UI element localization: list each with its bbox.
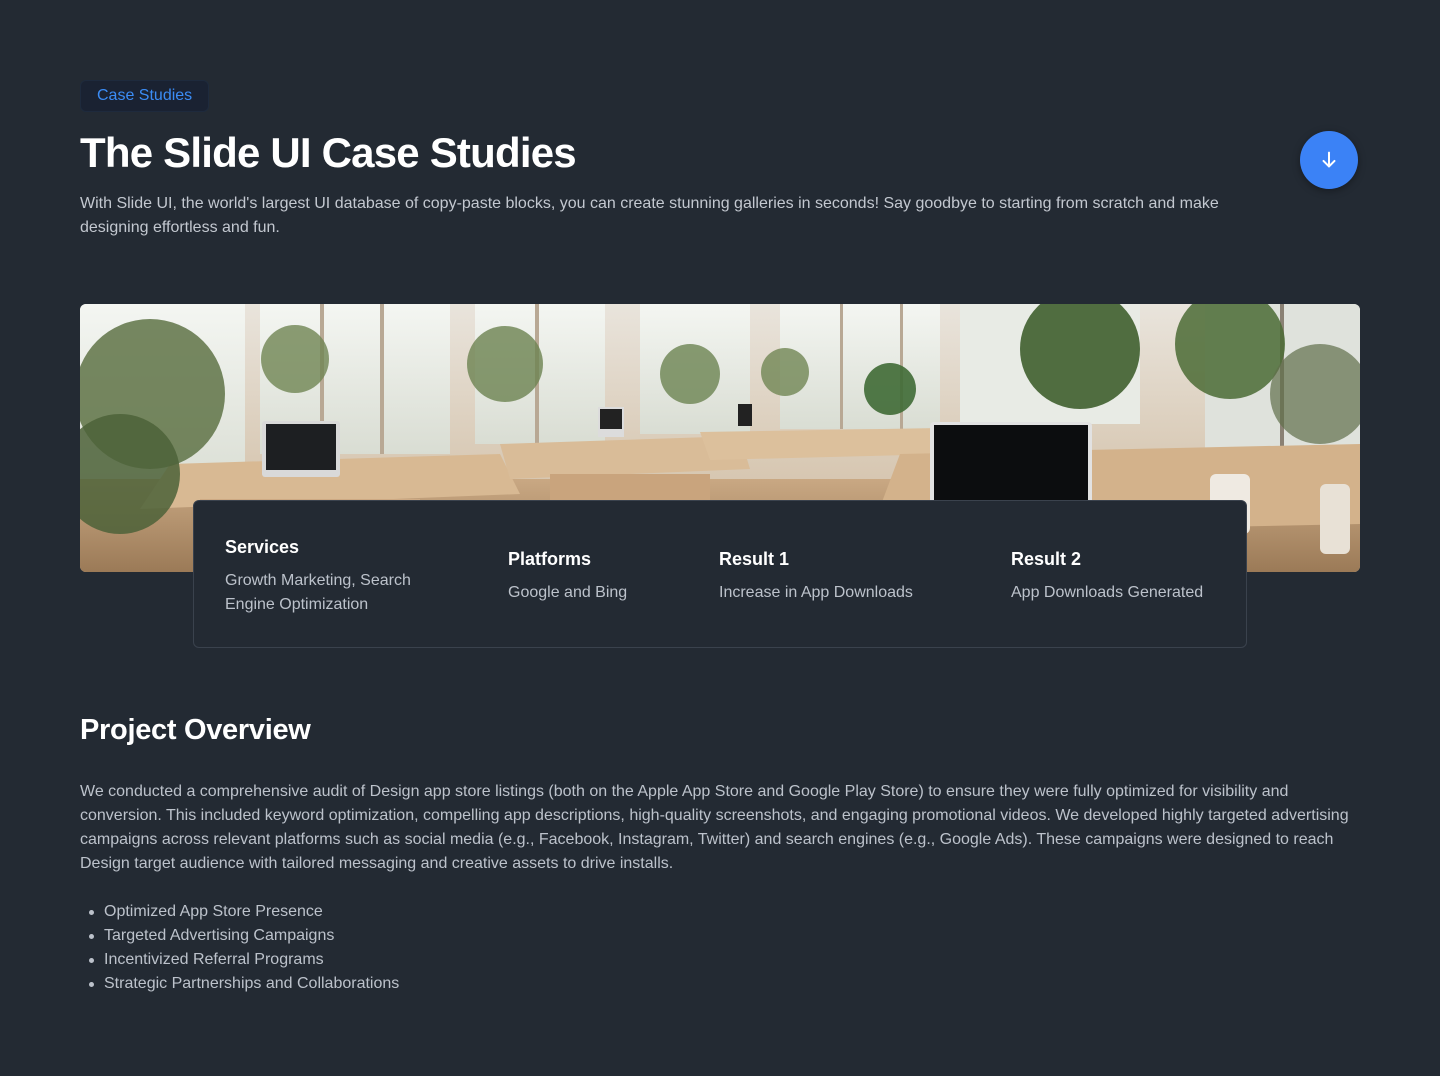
- case-studies-badge: Case Studies: [80, 80, 210, 112]
- info-label: Result 2: [1011, 549, 1082, 569]
- scroll-down-button[interactable]: [1300, 131, 1358, 189]
- info-value: App Downloads Generated: [1011, 584, 1204, 601]
- page-subtitle: With Slide UI, the world's largest UI da…: [80, 195, 1219, 236]
- info-value: Google and Bing: [508, 584, 628, 601]
- list-item: Optimized App Store Presence: [80, 900, 880, 924]
- case-studies-page: Case Studies The Slide UI Case Studies W…: [0, 0, 1440, 1076]
- project-overview-body: We conducted a comprehensive audit of De…: [80, 783, 1349, 872]
- list-item: Strategic Partnerships and Collaboration…: [80, 972, 880, 996]
- info-result-1: Result 1 Increase in App Downloads: [719, 547, 979, 605]
- list-item: Targeted Advertising Campaigns: [80, 924, 880, 948]
- info-label: Result 1: [719, 549, 790, 569]
- info-value: Growth Marketing, Search Engine Optimiza…: [225, 572, 411, 613]
- page-title: The Slide UI Case Studies: [80, 129, 577, 176]
- info-label: Services: [225, 537, 300, 557]
- overview-bullet-list: Optimized App Store Presence Targeted Ad…: [80, 900, 880, 996]
- info-result-2: Result 2 App Downloads Generated: [1011, 547, 1241, 605]
- list-item: Incentivized Referral Programs: [80, 948, 880, 972]
- info-services: Services Growth Marketing, Search Engine…: [225, 535, 455, 617]
- info-platforms: Platforms Google and Bing: [508, 547, 708, 605]
- arrow-down-icon: [1322, 151, 1336, 168]
- info-label: Platforms: [508, 549, 592, 569]
- project-overview-title: Project Overview: [80, 714, 311, 746]
- info-value: Increase in App Downloads: [719, 584, 913, 601]
- project-info-card: Services Growth Marketing, Search Engine…: [193, 500, 1247, 648]
